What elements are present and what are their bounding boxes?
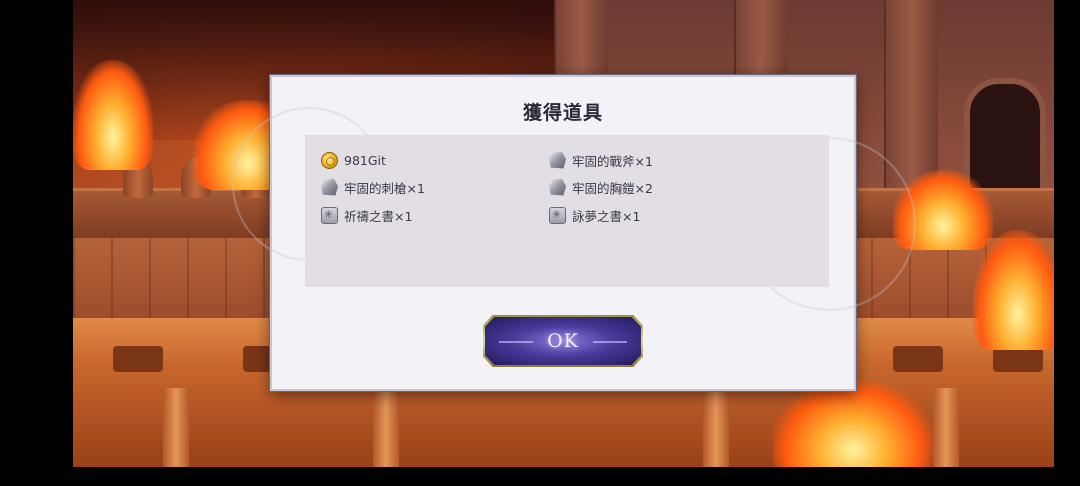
reward-item: 祈禱之書×1 [321,205,412,225]
book-icon [549,206,566,224]
reward-item-label: 牢固的戰斧×1 [572,153,653,169]
gold-coin-icon [321,151,338,169]
letterbox-right [1054,0,1080,486]
reward-item-label: 牢固的刺槍×1 [344,180,425,196]
reward-list-panel: 981Git 牢固的刺槍×1 祈禱之書×1 牢固的戰斧×1 牢固的胸鎧×2 詠夢… [305,135,829,287]
fire-effect [73,60,153,170]
reward-item: 詠夢之書×1 [549,205,640,225]
letterbox-left [0,0,73,486]
ore-icon [321,178,338,196]
ore-icon [549,151,566,169]
letterbox-bottom [0,467,1080,486]
reward-item-label: 981Git [344,152,386,168]
reward-item: 981Git [321,150,386,170]
ok-button-face[interactable]: OK [485,317,641,365]
ok-button-label: OK [547,330,579,352]
reward-item: 牢固的戰斧×1 [549,150,653,170]
dialog-title: 獲得道具 [522,102,603,124]
reward-item-label: 詠夢之書×1 [572,208,641,224]
ok-button[interactable]: OK [483,315,643,367]
fire-effect [973,230,1054,350]
reward-item: 牢固的胸鎧×2 [549,177,653,197]
reward-item-label: 祈禱之書×1 [344,208,413,224]
reward-item: 牢固的刺槍×1 [321,177,425,197]
reward-dialog: 獲得道具 981Git 牢固的刺槍×1 祈禱之書×1 牢固的戰斧×1 牢固的胸鎧… [232,75,916,391]
ore-icon [549,178,566,196]
book-icon [321,206,338,224]
reward-item-label: 牢固的胸鎧×2 [572,180,653,196]
